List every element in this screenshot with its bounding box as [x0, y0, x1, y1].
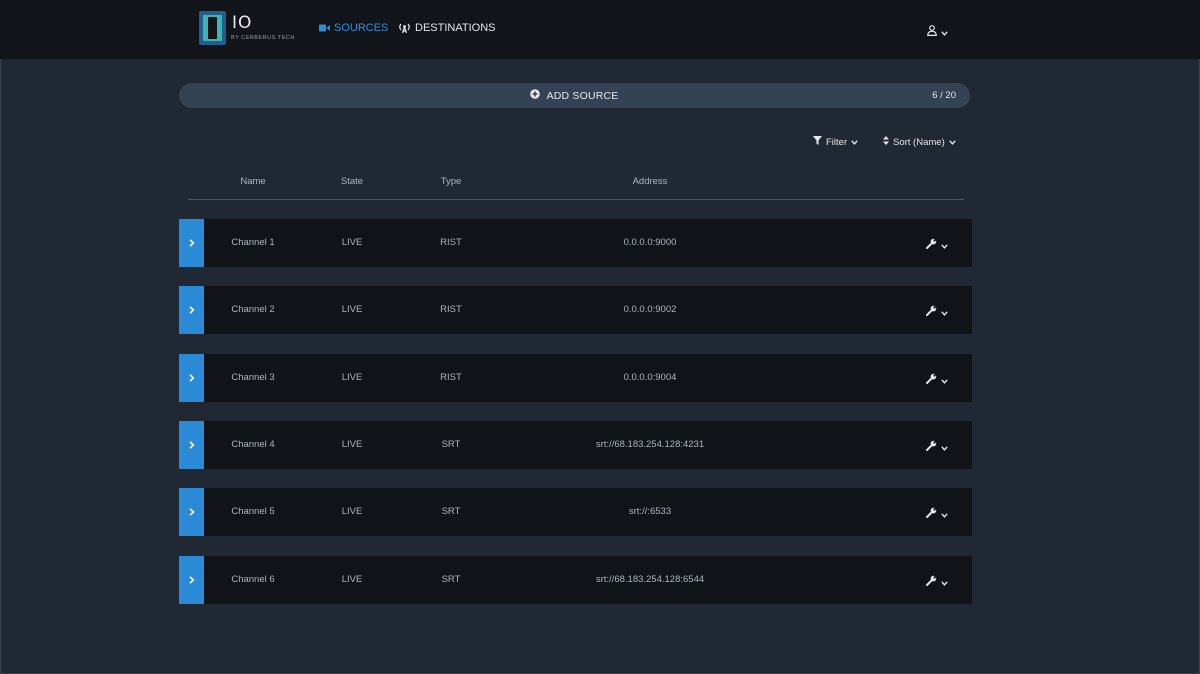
- chevron-right-icon: [188, 571, 195, 589]
- nav-destinations[interactable]: DESTINATIONS: [398, 22, 495, 34]
- wrench-icon: [926, 371, 937, 389]
- source-address: 0.0.0.0:9004: [623, 372, 677, 383]
- column-header-state[interactable]: State: [341, 176, 363, 187]
- chevron-right-icon: [188, 436, 195, 454]
- column-header-name[interactable]: Name: [240, 176, 265, 187]
- chevron-down-icon: [851, 137, 858, 148]
- source-state: LIVE: [341, 237, 363, 248]
- chevron-right-icon: [188, 301, 195, 319]
- video-camera-icon: [319, 24, 330, 32]
- source-state: LIVE: [341, 439, 363, 450]
- chevron-down-icon: [941, 371, 948, 389]
- expand-row-button[interactable]: [179, 286, 204, 334]
- source-address: 0.0.0.0:9000: [623, 237, 677, 248]
- chevron-down-icon: [941, 573, 948, 591]
- chevron-right-icon: [188, 503, 195, 521]
- source-address: srt://68.183.254.128:4231: [595, 439, 705, 450]
- logo-text: IO: [232, 13, 253, 33]
- source-type: RIST: [440, 304, 462, 315]
- source-name: Channel 3: [231, 372, 275, 383]
- wrench-icon: [926, 438, 937, 456]
- source-address: srt://:6533: [628, 506, 672, 517]
- row-actions-menu[interactable]: [926, 236, 948, 254]
- source-row[interactable]: Channel 4 LIVE SRT srt://68.183.254.128:…: [179, 421, 972, 469]
- chevron-down-icon: [941, 438, 948, 456]
- source-row[interactable]: Channel 5 LIVE SRT srt://:6533: [179, 488, 972, 536]
- source-name: Channel 5: [231, 506, 275, 517]
- plus-circle-icon: [530, 89, 541, 102]
- user-icon: [927, 23, 937, 41]
- wrench-icon: [926, 303, 937, 321]
- source-type: RIST: [440, 372, 462, 383]
- source-row[interactable]: Channel 6 LIVE SRT srt://68.183.254.128:…: [179, 556, 972, 604]
- expand-row-button[interactable]: [179, 219, 204, 267]
- source-name: Channel 6: [231, 574, 275, 585]
- source-row[interactable]: Channel 1 LIVE RIST 0.0.0.0:9000: [179, 219, 972, 267]
- source-row[interactable]: Channel 3 LIVE RIST 0.0.0.0:9004: [179, 354, 972, 402]
- wrench-icon: [926, 505, 937, 523]
- sort-icon: [883, 136, 889, 148]
- chevron-down-icon: [941, 23, 948, 41]
- chevron-down-icon: [949, 137, 956, 148]
- sort-label: Sort (Name): [893, 136, 945, 148]
- source-type: SRT: [441, 439, 461, 450]
- header-divider: [188, 199, 964, 200]
- expand-row-button[interactable]: [179, 556, 204, 604]
- chevron-down-icon: [941, 303, 948, 321]
- source-name: Channel 2: [231, 304, 275, 315]
- filter-dropdown[interactable]: Filter: [813, 136, 858, 148]
- chevron-down-icon: [941, 505, 948, 523]
- row-actions-menu[interactable]: [926, 438, 948, 456]
- add-source-label: ADD SOURCE: [546, 89, 619, 102]
- source-state: LIVE: [341, 304, 363, 315]
- row-actions-menu[interactable]: [926, 573, 948, 591]
- wrench-icon: [926, 573, 937, 591]
- filter-label: Filter: [826, 136, 848, 148]
- source-type: SRT: [441, 574, 461, 585]
- source-address: 0.0.0.0:9002: [623, 304, 677, 315]
- column-header-address[interactable]: Address: [633, 176, 668, 187]
- expand-row-button[interactable]: [179, 488, 204, 536]
- sort-dropdown[interactable]: Sort (Name): [883, 136, 956, 148]
- source-count: 6 / 20: [932, 90, 956, 101]
- source-name: Channel 4: [231, 439, 275, 450]
- logo-subtext: BY CERBERUS.TECH: [231, 35, 295, 41]
- wrench-icon: [926, 236, 937, 254]
- source-type: SRT: [441, 506, 461, 517]
- source-type: RIST: [440, 237, 462, 248]
- app-logo[interactable]: IO BY CERBERUS.TECH: [199, 11, 309, 47]
- chevron-right-icon: [188, 234, 195, 252]
- column-header-type[interactable]: Type: [441, 176, 462, 187]
- row-actions-menu[interactable]: [926, 303, 948, 321]
- filter-icon: [813, 136, 822, 148]
- expand-row-button[interactable]: [179, 421, 204, 469]
- logo-mark-icon: [199, 11, 226, 45]
- source-state: LIVE: [341, 372, 363, 383]
- row-actions-menu[interactable]: [926, 371, 948, 389]
- source-row[interactable]: Channel 2 LIVE RIST 0.0.0.0:9002: [179, 286, 972, 334]
- chevron-right-icon: [188, 369, 195, 387]
- user-menu[interactable]: [927, 23, 948, 41]
- broadcast-icon: [398, 23, 411, 33]
- expand-row-button[interactable]: [179, 354, 204, 402]
- nav-sources-label: SOURCES: [334, 22, 389, 34]
- add-source-bar: ADD SOURCE 6 / 20: [179, 83, 970, 108]
- row-actions-menu[interactable]: [926, 505, 948, 523]
- source-address: srt://68.183.254.128:6544: [595, 574, 705, 585]
- source-state: LIVE: [341, 574, 363, 585]
- nav-destinations-label: DESTINATIONS: [415, 22, 496, 34]
- source-name: Channel 1: [231, 237, 275, 248]
- chevron-down-icon: [941, 236, 948, 254]
- add-source-button[interactable]: ADD SOURCE: [179, 83, 970, 108]
- nav-sources[interactable]: SOURCES: [319, 22, 388, 34]
- source-state: LIVE: [341, 506, 363, 517]
- top-navigation-bar: IO BY CERBERUS.TECH SOURCES DESTINATIONS: [0, 0, 1200, 59]
